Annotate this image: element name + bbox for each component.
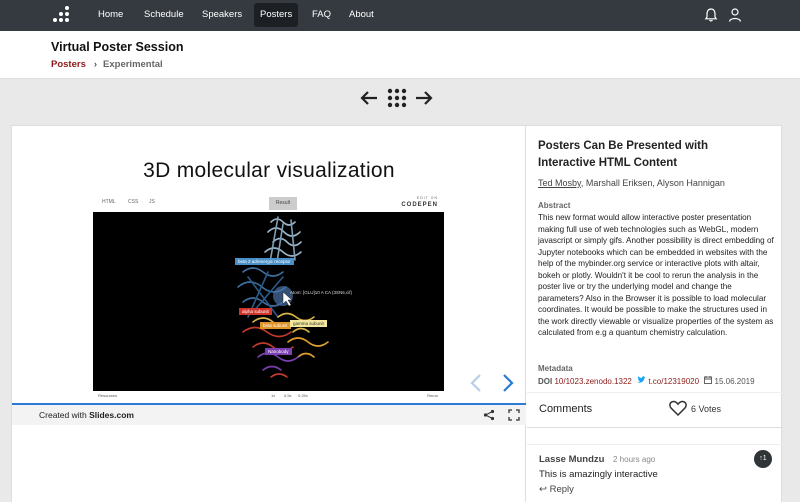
molecule-label: beta subunit [260,322,291,329]
nav-home[interactable]: Home [98,0,123,31]
atom-readout: Atom: [GLU]10 A CA (3SN6.cif) [290,290,353,295]
reply-label: Reply [549,484,574,495]
molecule-label: alpha subunit [239,308,272,315]
arrow-left-icon[interactable] [359,88,379,108]
slides-credit[interactable]: Created with Slides.com [39,410,134,420]
grid-icon[interactable] [387,88,407,108]
comment-item: Lasse Mundzu 2 hours ago ↑1 This is amaz… [527,444,783,502]
slides-embed[interactable]: 3D molecular visualization HTML CSS JS R… [12,126,526,502]
codepen-tab-js[interactable]: JS [149,199,155,205]
logo-icon[interactable] [51,5,71,25]
nav-speakers[interactable]: Speakers [202,0,242,31]
codepen-embed[interactable]: HTML CSS JS Result EDIT ON CODEPEN beta … [93,195,444,402]
codepen-tab-result[interactable]: Result [269,197,297,210]
doi-label: DOI [538,377,553,386]
nav-schedule[interactable]: Schedule [144,0,184,31]
nav-posters[interactable]: Posters [254,3,299,27]
molecule-viewer[interactable] [93,212,444,391]
reply-button[interactable]: ↩ Reply [539,484,574,495]
share-icon[interactable] [483,409,495,421]
nav-about[interactable]: About [349,0,374,31]
slides-credit-prefix: Created with [39,410,87,420]
poster-info-panel: Posters Can Be Presented with Interactiv… [527,126,783,502]
comment-vote-count: 1 [762,455,767,462]
molecule-label: Nanobody [265,348,292,355]
twitter-link[interactable]: t.co/12319020 [648,377,699,386]
zoom-0-25x[interactable]: 0.25x [298,393,308,398]
authors-rest: , Marshall Eriksen, Alyson Hannigan [580,178,725,188]
slide-next-icon[interactable] [500,373,516,393]
breadcrumb: Posters › Experimental [51,59,163,70]
codepen-tab-html[interactable]: HTML [102,199,116,205]
top-navbar: Home Schedule Speakers Posters FAQ About [0,0,800,31]
page-title: Virtual Poster Session [51,40,184,54]
comments-label: Comments [539,403,593,415]
molecule-label: beta 2 adrenergic receptor [235,258,294,265]
zoom-1x[interactable]: 1x [271,393,275,398]
codepen-bottom-bar: Resources 1x 0.5x 0.25x Rerun [93,391,444,402]
page-header: Virtual Poster Session Posters › Experimen… [0,31,800,79]
codepen-logo[interactable]: CODEPEN [401,202,438,208]
metadata-row: DOI 10/1023.zenodo.1322 t.co/12319020 15… [538,376,783,386]
codepen-edit-on: EDIT ON [416,196,438,200]
slide-prev-icon[interactable] [468,373,484,393]
slide-title: 3D molecular visualization [143,159,395,182]
comment-upvote-button[interactable]: ↑1 [754,450,772,468]
poster-title: Posters Can Be Presented with Interactiv… [538,140,708,169]
breadcrumb-experimental: Experimental [103,59,163,70]
user-icon[interactable] [727,7,743,23]
abstract-text: This new format would allow interactive … [538,213,774,337]
twitter-icon [637,376,646,383]
breadcrumb-posters[interactable]: Posters [51,59,86,70]
slides-brand: Slides.com [89,410,134,420]
slides-footer: Created with Slides.com [12,405,526,425]
bell-icon[interactable] [703,7,719,23]
metadata-label: Metadata [538,364,573,373]
reply-icon: ↩ [539,484,547,495]
fullscreen-icon[interactable] [508,409,520,421]
codepen-rerun[interactable]: Rerun [427,393,438,398]
calendar-icon [704,376,713,384]
heart-icon[interactable] [669,400,687,416]
zoom-0-5x[interactable]: 0.5x [284,393,292,398]
comment-time: 2 hours ago [613,455,656,464]
codepen-toolbar: HTML CSS JS Result EDIT ON CODEPEN [93,195,444,212]
comment-text: This is amazingly interactive [539,469,658,480]
publish-date: 15.06.2019 [714,377,755,386]
nav-faq[interactable]: FAQ [312,0,331,31]
doi-link[interactable]: 10/1023.zenodo.1322 [554,377,631,386]
arrow-right-icon[interactable] [414,88,434,108]
comments-bar: Comments 6 Votes [527,392,783,428]
abstract-label: Abstract [538,201,571,210]
votes-count: 6 Votes [691,404,722,414]
comment-author[interactable]: Lasse Mundzu [539,454,604,465]
poster-card: 3D molecular visualization HTML CSS JS R… [11,125,783,502]
molecule-label: gamma subunit [290,320,327,327]
author-link[interactable]: Ted Mosby [538,178,581,188]
chevron-right-icon: › [93,59,98,70]
codepen-resources[interactable]: Resources [98,393,117,398]
authors: Ted Mosby, Marshall Eriksen, Alyson Hann… [538,178,778,188]
codepen-tab-css[interactable]: CSS [128,199,138,205]
